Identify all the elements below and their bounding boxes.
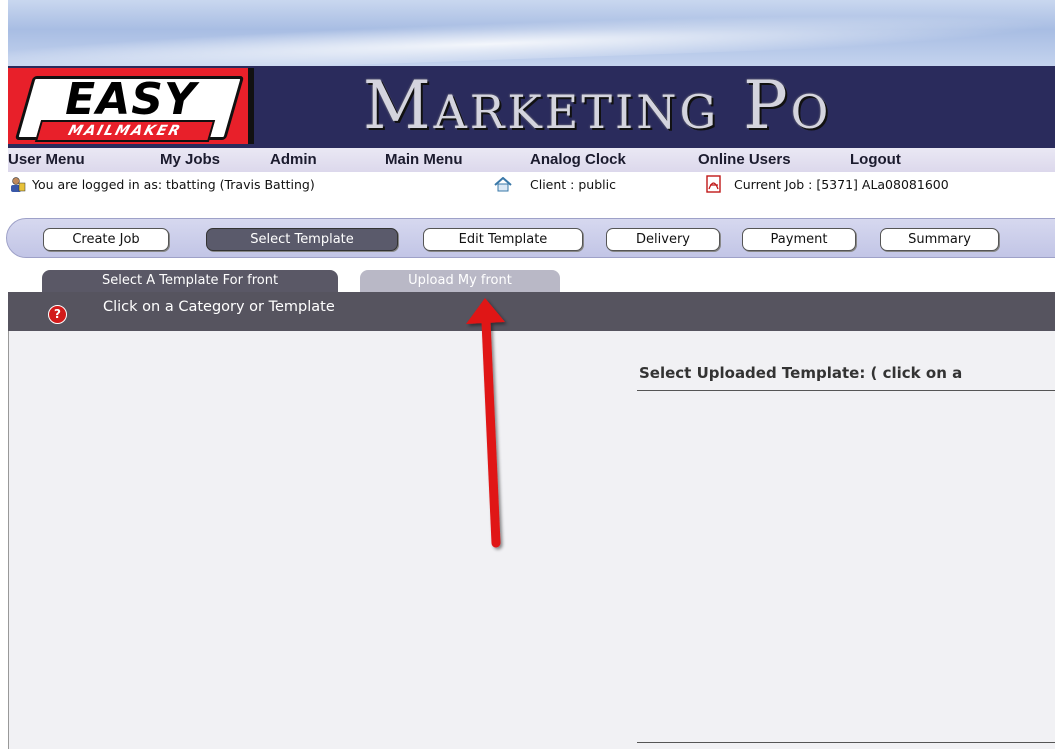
content-bottom-rule xyxy=(637,742,1055,743)
step-create-job[interactable]: Create Job xyxy=(43,228,169,251)
step-select-template[interactable]: Select Template xyxy=(206,228,398,251)
step-delivery[interactable]: Delivery xyxy=(606,228,720,251)
tab-upload-my-front[interactable]: Upload My front xyxy=(360,270,560,292)
label-underline xyxy=(637,390,1055,391)
step-payment[interactable]: Payment xyxy=(742,228,856,251)
logged-in-text: You are logged in as: tbatting (Travis B… xyxy=(32,177,315,192)
header-sky xyxy=(8,0,1055,66)
menu-main-menu[interactable]: Main Menu xyxy=(385,151,463,168)
menu-analog-clock[interactable]: Analog Clock xyxy=(530,151,626,168)
user-icon xyxy=(10,177,26,195)
menu-admin[interactable]: Admin xyxy=(270,151,317,168)
menu-online-users[interactable]: Online Users xyxy=(698,151,791,168)
current-job-text: Current Job : [5371] ALa08081600 xyxy=(734,177,949,192)
menu-my-jobs[interactable]: My Jobs xyxy=(160,151,220,168)
home-icon xyxy=(493,176,513,195)
client-text: Client : public xyxy=(530,177,616,192)
banner-title: Marketing Po xyxy=(363,67,832,144)
step-summary[interactable]: Summary xyxy=(880,228,999,251)
instruction-text: Click on a Category or Template xyxy=(103,299,335,315)
pdf-icon xyxy=(706,175,722,196)
select-uploaded-template-label: Select Uploaded Template: ( click on a xyxy=(639,364,963,382)
logo-word: EASY xyxy=(65,74,197,125)
site-banner: EASY MAILMAKER Marketing Po xyxy=(8,66,1055,148)
help-icon[interactable]: ? xyxy=(48,305,67,324)
tab-select-template-front[interactable]: Select A Template For front xyxy=(42,270,338,292)
instruction-bar: ? Click on a Category or Template xyxy=(8,292,1055,331)
main-content: Select Uploaded Template: ( click on a xyxy=(8,331,1055,749)
step-edit-template[interactable]: Edit Template xyxy=(423,228,583,251)
main-menubar: User Menu My Jobs Admin Main Menu Analog… xyxy=(8,148,1055,172)
logo[interactable]: EASY MAILMAKER xyxy=(8,68,254,144)
menu-logout[interactable]: Logout xyxy=(850,151,901,168)
menu-user-menu[interactable]: User Menu xyxy=(8,151,85,168)
wizard-step-bar: Create Job Select Template Edit Template… xyxy=(6,218,1055,258)
logo-subword: MAILMAKER xyxy=(34,120,216,142)
session-info-bar: You are logged in as: tbatting (Travis B… xyxy=(8,173,1055,195)
